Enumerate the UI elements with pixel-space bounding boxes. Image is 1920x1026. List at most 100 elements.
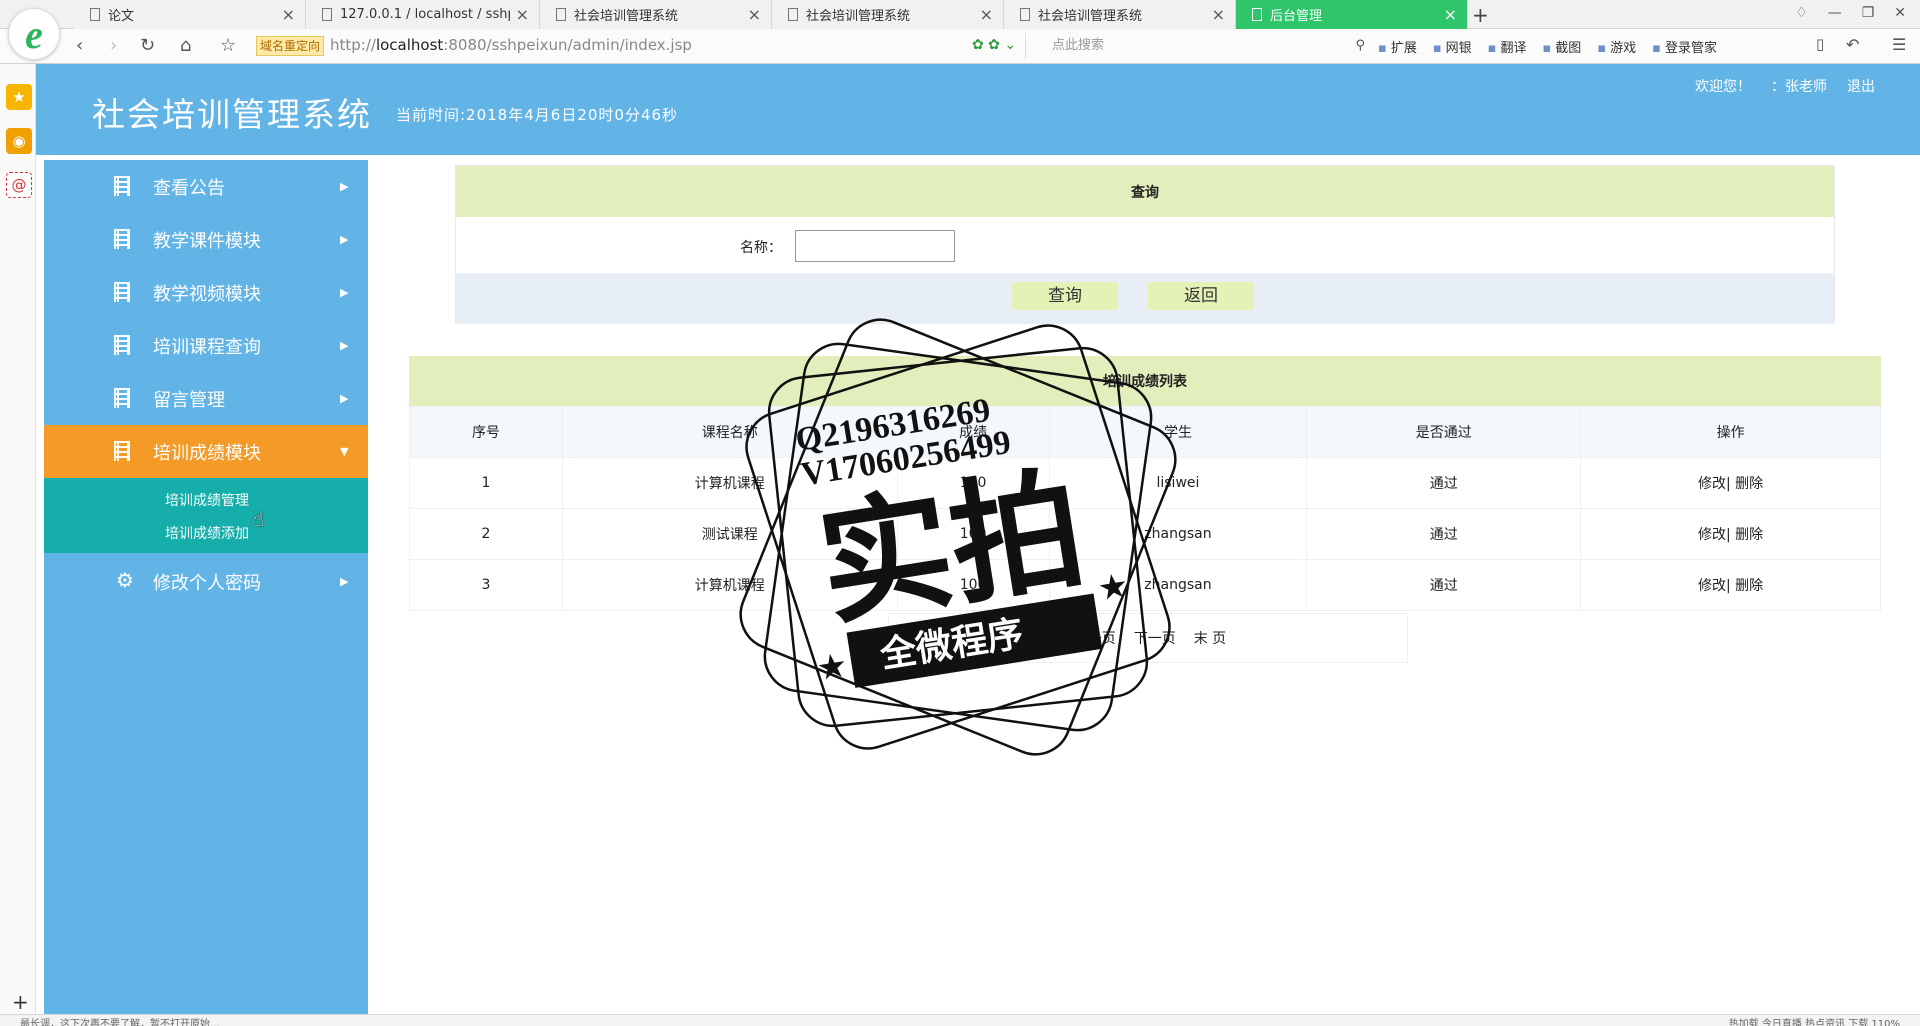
name-label: 名称： [740,240,782,256]
close-icon[interactable]: × [980,5,993,24]
security-icon[interactable]: ✿ ✿ ⌄ [972,37,1016,53]
cell-course: 测试课程 [561,508,898,560]
delete-link[interactable]: | 删除 [1726,476,1763,492]
sidebar-item-grades[interactable]: 培训成绩模块 ▼ [44,425,368,478]
new-tab-icon[interactable]: + [1472,3,1489,27]
favorites-icon[interactable]: ★ [6,84,32,110]
address-bar[interactable]: http://localhost:8080/sshpeixun/admin/in… [330,36,692,54]
document-icon [322,8,332,21]
status-right-text: 热加载 今日直播 热点资讯 下载 110% [1728,1019,1900,1026]
book-icon [114,335,132,355]
first-page-link[interactable]: 首 页 [1023,628,1055,648]
toolbar-banking[interactable]: 网银 [1433,37,1472,56]
skin-icon[interactable]: ♢ [1795,5,1808,21]
close-window-icon[interactable]: ✕ [1894,5,1906,21]
gear-icon: ⚙ [116,568,134,592]
delete-link[interactable]: | 删除 [1726,527,1763,543]
refresh-icon[interactable]: ↻ [140,35,155,56]
browser-nav-bar: ‹ › ↻ ⌂ ☆ 域名重定向 http://localhost:8080/ss… [0,29,1920,64]
minimize-icon[interactable]: — [1828,5,1842,21]
toolbar-screenshot[interactable]: 截图 [1542,37,1581,56]
search-icon[interactable]: ⚲ [1355,33,1365,59]
sidebar-item-label: 培训成绩模块 [153,442,261,464]
sidebar-item-label: 教学课件模块 [153,230,261,252]
app-title: 社会培训管理系统 [92,95,372,134]
column-header: 序号 [409,406,563,458]
browser-logo[interactable]: e [8,8,60,60]
close-icon[interactable]: × [1212,5,1225,24]
submenu-grade-manage[interactable]: 培训成绩管理 [165,490,249,510]
sidebar-item-label: 教学视频模块 [153,283,261,305]
bookmark-star-icon[interactable]: ☆ [220,35,236,56]
sidebar-toggle-icon[interactable]: ▯ [1816,35,1824,53]
last-page-link[interactable]: 末 页 [1194,628,1226,648]
browser-tab[interactable]: 社会培训管理系统 × [772,0,1004,29]
sidebar-item-videos[interactable]: 教学视频模块 ▶ [44,266,368,319]
menu-icon[interactable]: ☰ [1892,35,1906,54]
caret-right-icon: ▶ [340,233,349,246]
cell-score: 100 [896,457,1050,509]
toolbar-extensions[interactable]: 扩展 [1378,37,1417,56]
submenu-grade-add[interactable]: 培训成绩添加 [165,523,249,543]
close-icon[interactable]: × [1444,5,1457,24]
edit-link[interactable]: 修改 [1698,527,1726,543]
close-icon[interactable]: × [516,5,529,24]
home-icon[interactable]: ⌂ [180,35,191,56]
url-path: :8080/sshpeixun/admin/index.jsp [443,36,692,54]
sidebar-item-courseware[interactable]: 教学课件模块 ▶ [44,213,368,266]
url-host: localhost [375,36,444,54]
browser-tab-active[interactable]: 后台管理 × [1236,0,1468,29]
browser-tab[interactable]: 社会培训管理系统 × [1004,0,1236,29]
cell-student: lisiwei [1048,457,1308,509]
table-header-row: 序号 课程名称 成绩 学生 是否通过 操作 [409,406,1881,458]
browser-tab[interactable]: 论文 × [74,0,306,29]
back-button[interactable]: 返回 [1148,282,1254,310]
close-icon[interactable]: × [748,5,761,24]
prev-page-link[interactable]: 上一页 [1074,628,1116,648]
toolbar-games[interactable]: 游戏 [1597,37,1636,56]
toolbar-translate[interactable]: 翻译 [1488,37,1526,56]
name-input[interactable] [795,230,955,262]
caret-right-icon: ▶ [340,286,349,299]
browser-tab[interactable]: 127.0.0.1 / localhost / sshpeixun × [306,0,540,29]
sidebar-item-notices[interactable]: 查看公告 ▶ [44,160,368,213]
tab-label: 127.0.0.1 / localhost / sshpeixun [340,7,510,22]
delete-link[interactable]: | 删除 [1726,578,1763,594]
query-row: 名称： [456,217,1834,274]
document-icon [556,8,566,21]
cell-score: 100 [896,508,1050,560]
toolbar-login-manager[interactable]: 登录管家 [1652,37,1717,56]
column-header: 课程名称 [561,406,898,458]
pagination-summary: 共3条记录 共1页 [899,631,1006,647]
add-icon[interactable]: + [12,990,29,1014]
undo-icon[interactable]: ↶ [1846,35,1859,54]
search-button[interactable]: 查询 [1012,282,1118,310]
tab-label: 社会培训管理系统 [806,9,911,24]
maximize-icon[interactable]: ❐ [1862,5,1875,21]
back-icon[interactable]: ‹ [76,35,83,56]
cell-passed: 通过 [1306,508,1582,560]
weibo-icon[interactable]: ◉ [6,128,32,154]
redirect-badge[interactable]: 域名重定向 [256,36,325,56]
book-icon [114,176,132,196]
sidebar-item-messages[interactable]: 留言管理 ▶ [44,372,368,425]
sidebar-item-change-password[interactable]: ⚙ 修改个人密码 ▶ [44,555,368,608]
logout-link[interactable]: 退出 [1847,76,1875,96]
book-icon [114,441,132,461]
next-page-link[interactable]: 下一页 [1134,628,1176,648]
mail-icon[interactable]: @ [6,172,32,198]
column-header: 是否通过 [1306,406,1582,458]
forward-icon[interactable]: › [110,35,117,56]
url-prefix: http:// [330,36,376,54]
sidebar-item-course-query[interactable]: 培训课程查询 ▶ [44,319,368,372]
browser-toolbar: 扩展 网银 翻译 截图 游戏 登录管家 [1378,37,1717,56]
browser-tab[interactable]: 社会培训管理系统 × [540,0,772,29]
edit-link[interactable]: 修改 [1698,578,1726,594]
table-row: 2 测试课程 100 zhangsan 通过 修改| 删除 [409,508,1881,560]
cell-actions: 修改| 删除 [1580,508,1881,560]
close-icon[interactable]: × [282,5,295,24]
search-input[interactable]: 点此搜索 ⚲ [1025,33,1365,59]
browser-status-bar: 最长调，这下次再不要了解，暂不打开原始... 热加载 今日直播 热点资讯 下载 … [0,1014,1920,1026]
grade-table: 序号 课程名称 成绩 学生 是否通过 操作 1 计算机课程 100 lisiwe… [409,406,1881,611]
edit-link[interactable]: 修改 [1698,476,1726,492]
